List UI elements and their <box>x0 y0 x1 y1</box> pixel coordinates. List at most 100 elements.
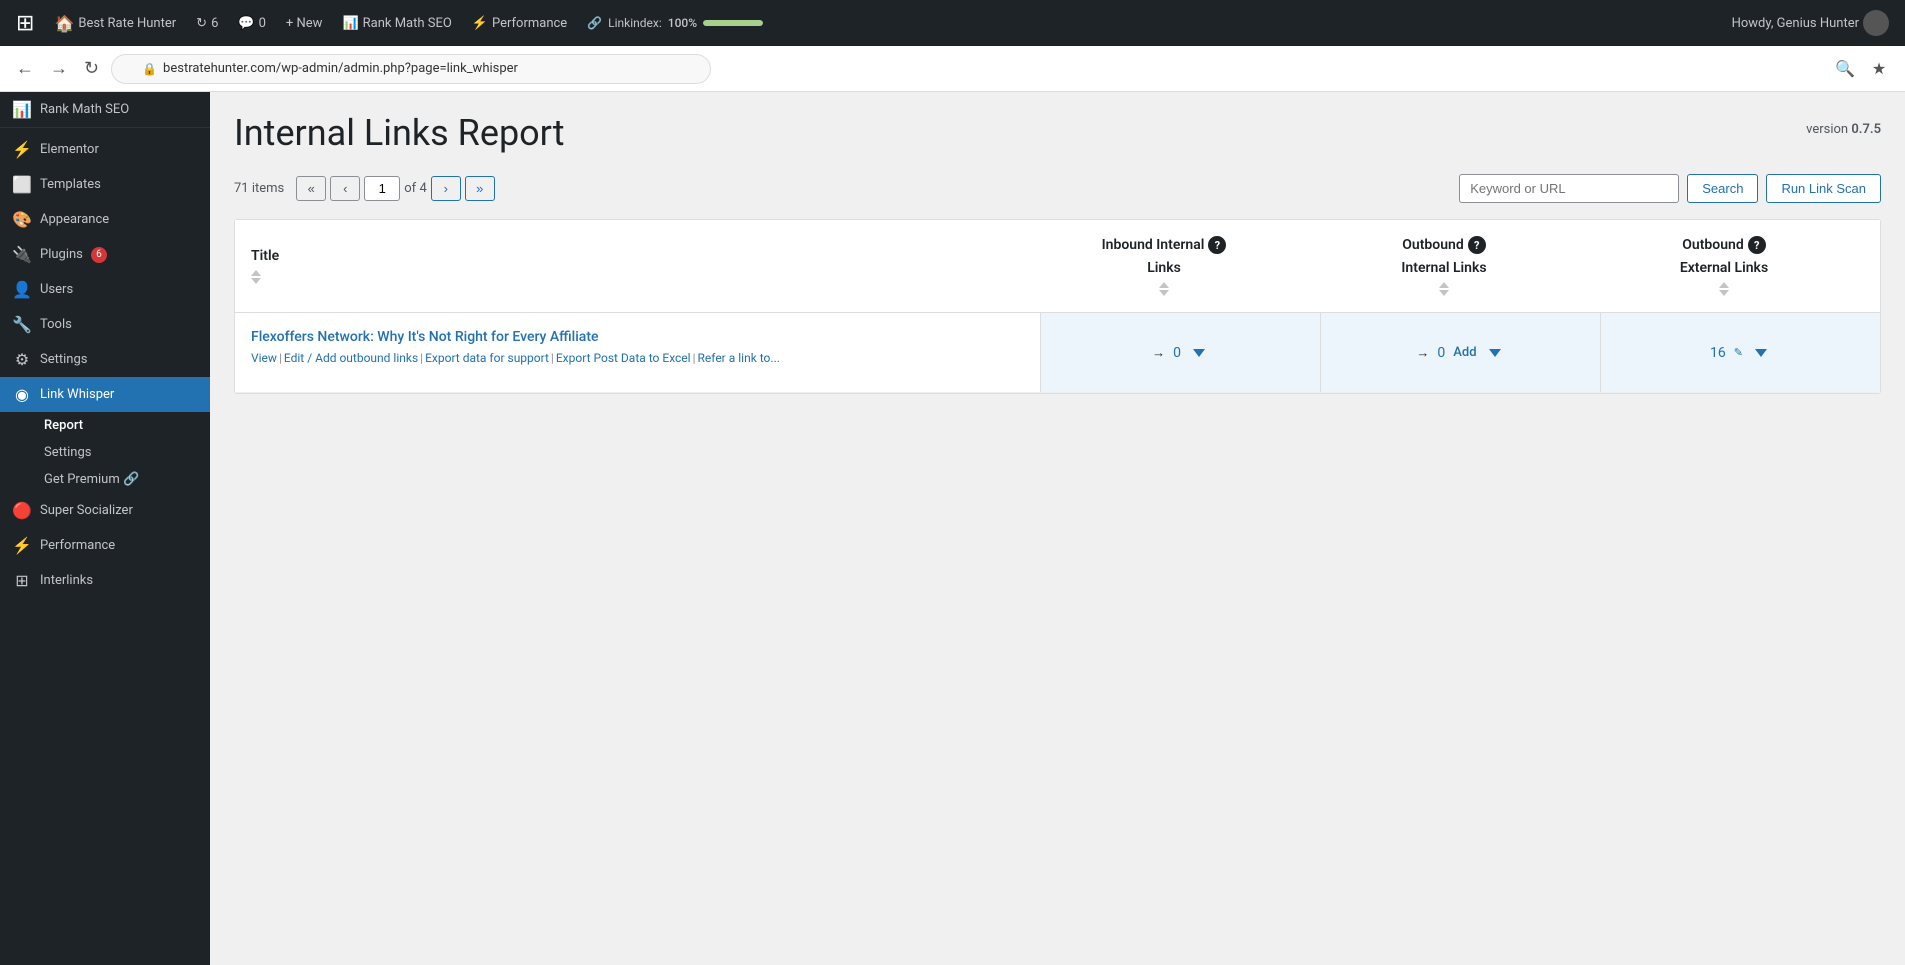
sidebar-item-plugins[interactable]: 🔌 Plugins 6 <box>0 237 210 272</box>
main-layout: 📊 Rank Math SEO ⚡ Elementor ⬜ Templates … <box>0 92 1905 965</box>
howdy-item[interactable]: Howdy, Genius Hunter <box>1724 6 1897 40</box>
search-button[interactable]: Search <box>1687 174 1758 203</box>
outbound-ext-sort-down[interactable] <box>1719 290 1729 296</box>
linkindex-icon: 🔗 <box>587 16 602 30</box>
edit-add-links[interactable]: Edit / Add outbound links <box>284 351 418 365</box>
prev-page-button[interactable]: ‹ <box>330 176 360 201</box>
updates-icon: ↻ <box>196 16 207 31</box>
sidebar-sub-settings[interactable]: Settings <box>32 439 210 466</box>
run-link-scan-button[interactable]: Run Link Scan <box>1766 174 1881 203</box>
sidebar-item-users[interactable]: 👤 Users <box>0 272 210 307</box>
templates-icon: ⬜ <box>12 175 32 194</box>
page-header: Internal Links Report version 0.7.5 <box>234 112 1881 154</box>
performance-icon: ⚡ <box>472 16 488 31</box>
sidebar-item-settings[interactable]: ⚙ Settings <box>0 342 210 377</box>
sidebar-sub-menu: Report Settings Get Premium 🔗 <box>0 412 210 493</box>
outbound-int-data-cell: → 0 Add <box>1320 313 1600 392</box>
inbound-value[interactable]: 0 <box>1173 345 1181 361</box>
last-page-button[interactable]: » <box>465 176 495 201</box>
report-table: Title Inbound Internal ? Links <box>234 219 1881 394</box>
sidebar-item-link-whisper[interactable]: ◉ Link Whisper <box>0 377 210 412</box>
outbound-int-sort-arrows <box>1439 282 1449 296</box>
export-excel-link[interactable]: Export Post Data to Excel <box>556 351 691 365</box>
sidebar-super-socializer-label: Super Socializer <box>40 503 133 518</box>
col-header-outbound-int: Outbound ? Internal Links <box>1304 236 1584 296</box>
outbound-int-sort-up[interactable] <box>1439 282 1449 288</box>
linkindex-progress-bar <box>703 20 763 26</box>
outbound-int-dropdown-button[interactable] <box>1485 345 1505 361</box>
new-label: + New <box>286 16 323 31</box>
page-number-input[interactable] <box>364 176 400 201</box>
outbound-ext-sort-arrows <box>1719 282 1729 296</box>
outbound-int-help-icon[interactable]: ? <box>1468 236 1486 254</box>
export-support-link[interactable]: Export data for support <box>425 351 549 365</box>
col-header-inbound: Inbound Internal ? Links <box>1024 236 1304 296</box>
inbound-col-label-line2: Links <box>1147 260 1181 276</box>
sidebar-item-super-socializer[interactable]: 🔴 Super Socializer <box>0 493 210 528</box>
home-icon: 🏠 <box>54 14 74 33</box>
sidebar-item-tools[interactable]: 🔧 Tools <box>0 307 210 342</box>
outbound-ext-col-label-line1: Outbound <box>1682 237 1743 253</box>
title-sort-up[interactable] <box>251 270 261 276</box>
first-page-button[interactable]: « <box>296 176 326 201</box>
table-row: Flexoffers Network: Why It's Not Right f… <box>235 313 1880 393</box>
forward-button[interactable]: → <box>46 54 72 83</box>
avatar <box>1863 10 1889 36</box>
sidebar-item-rank-math[interactable]: 📊 Rank Math SEO <box>0 92 210 128</box>
inbound-sort-down[interactable] <box>1159 290 1169 296</box>
sidebar-item-interlinks[interactable]: ⊞ Interlinks <box>0 563 210 598</box>
outbound-int-value[interactable]: 0 <box>1437 345 1445 361</box>
sidebar-item-appearance[interactable]: 🎨 Appearance <box>0 202 210 237</box>
comments-icon: 💬 <box>238 16 254 31</box>
keyword-input[interactable] <box>1459 174 1679 203</box>
users-icon: 👤 <box>12 280 32 299</box>
new-item[interactable]: + New <box>278 12 331 35</box>
inbound-help-icon[interactable]: ? <box>1208 236 1226 254</box>
outbound-int-col-label-line2: Internal Links <box>1401 260 1486 276</box>
sidebar-item-templates[interactable]: ⬜ Templates <box>0 167 210 202</box>
rank-math-item[interactable]: 📊 Rank Math SEO <box>334 12 459 35</box>
title-sort-arrows <box>251 270 261 284</box>
version-number: 0.7.5 <box>1851 122 1881 137</box>
toolbar: 71 items « ‹ of 4 › » Search Run Link Sc… <box>234 174 1881 203</box>
outbound-int-sort-down[interactable] <box>1439 290 1449 296</box>
outbound-ext-value[interactable]: 16 <box>1710 345 1726 361</box>
rank-math-sidebar-icon: 📊 <box>12 100 32 119</box>
outbound-ext-sort-up[interactable] <box>1719 282 1729 288</box>
link-whisper-icon: ◉ <box>12 385 32 404</box>
interlinks-icon: ⊞ <box>12 571 32 590</box>
outbound-ext-edit-icon[interactable]: ✎ <box>1734 346 1743 359</box>
performance-label: Performance <box>492 16 567 31</box>
sidebar-interlinks-label: Interlinks <box>40 573 93 588</box>
inbound-sort-up[interactable] <box>1159 282 1169 288</box>
performance-item[interactable]: ⚡ Performance <box>464 12 575 35</box>
sidebar-item-performance[interactable]: ⚡ Performance <box>0 528 210 563</box>
post-title-link[interactable]: Flexoffers Network: Why It's Not Right f… <box>251 329 1024 345</box>
outbound-ext-help-icon[interactable]: ? <box>1748 236 1766 254</box>
row-actions: View | Edit / Add outbound links | Expor… <box>251 351 1024 365</box>
sidebar-sub-report[interactable]: Report <box>32 412 210 439</box>
back-button[interactable]: ← <box>12 54 38 83</box>
refer-link[interactable]: Refer a link to... <box>698 351 780 365</box>
wp-logo-icon: ⊞ <box>8 7 42 40</box>
site-name-item[interactable]: 🏠 Best Rate Hunter <box>46 10 184 37</box>
linkindex-badge: 🔗 Linkindex: 100% <box>579 12 771 34</box>
rank-math-label: Rank Math SEO <box>363 16 452 31</box>
outbound-int-col-label-line1: Outbound <box>1402 237 1463 253</box>
inbound-dropdown-button[interactable] <box>1189 345 1209 361</box>
browser-icon-1: 🔍 <box>1831 55 1859 83</box>
next-page-button[interactable]: › <box>431 176 461 201</box>
outbound-ext-dropdown-button[interactable] <box>1751 345 1771 361</box>
sidebar-item-elementor[interactable]: ⚡ Elementor <box>0 132 210 167</box>
reload-button[interactable]: ↻ <box>80 54 103 83</box>
url-bar[interactable]: 🔒 bestratehunter.com/wp-admin/admin.php?… <box>111 54 711 84</box>
sidebar-sub-get-premium[interactable]: Get Premium 🔗 <box>32 466 210 493</box>
wp-admin-bar: ⊞ 🏠 Best Rate Hunter ↻ 6 💬 0 + New 📊 Ran… <box>0 0 1905 46</box>
updates-item[interactable]: ↻ 6 <box>188 12 226 35</box>
plugins-icon: 🔌 <box>12 245 32 264</box>
title-sort-down[interactable] <box>251 278 261 284</box>
outbound-int-add-link[interactable]: Add <box>1453 345 1476 360</box>
outbound-int-arrow: → <box>1416 345 1429 361</box>
view-link[interactable]: View <box>251 351 277 365</box>
comments-item[interactable]: 💬 0 <box>230 12 274 35</box>
